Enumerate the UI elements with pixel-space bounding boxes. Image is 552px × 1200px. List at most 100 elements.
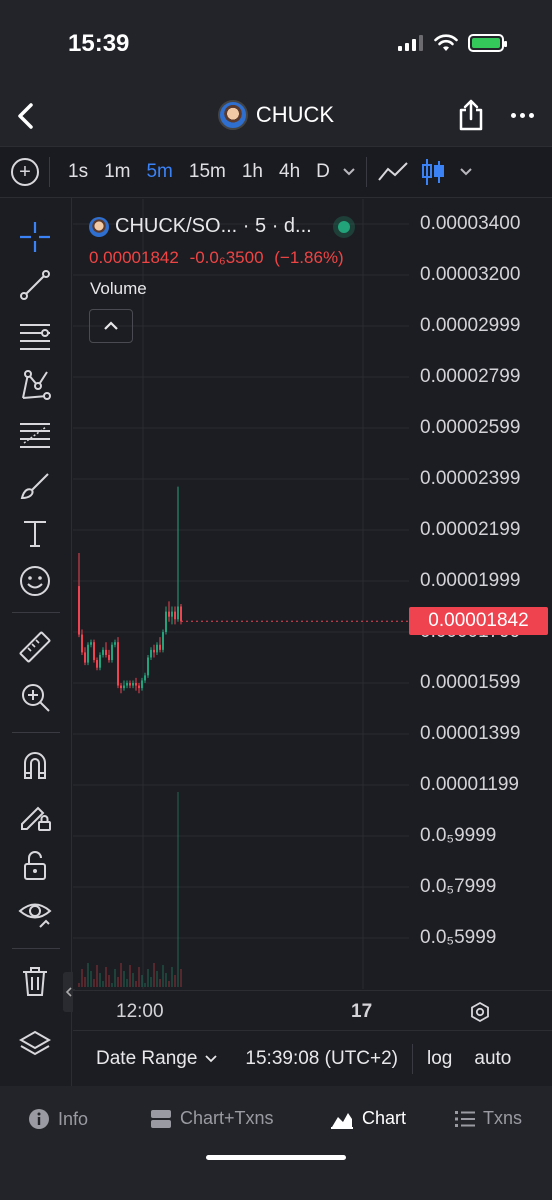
nav-chart-label: Chart bbox=[362, 1108, 407, 1128]
price-tick-label: 0.00003400 bbox=[420, 213, 521, 234]
volume-bar bbox=[150, 977, 152, 987]
fibonacci-icon bbox=[20, 423, 50, 448]
timeframe-5m[interactable]: 5m bbox=[146, 161, 172, 183]
drawing-toolbar bbox=[0, 198, 72, 1086]
volume-bar bbox=[108, 975, 110, 987]
trend-line-icon bbox=[20, 270, 50, 300]
timeframe-1s[interactable]: 1s bbox=[68, 161, 88, 183]
more-options-button[interactable] bbox=[508, 102, 536, 128]
candle-body bbox=[153, 649, 155, 653]
volume-bar bbox=[105, 967, 107, 987]
price-tick-label: 0.00003200 bbox=[420, 264, 521, 285]
candle-body bbox=[141, 680, 143, 689]
volume-bar bbox=[168, 981, 170, 987]
volume-bar bbox=[78, 983, 80, 987]
candle-body bbox=[147, 657, 149, 676]
price-axis[interactable]: 0.00003400 0.00003200 0.00002999 0.00002799… bbox=[409, 199, 552, 989]
price-tick-label: 0.0₅5999 bbox=[420, 927, 497, 948]
chart-bottom-controls: Date Range 15:39:08 (UTC+2) log auto bbox=[73, 1030, 552, 1086]
trend-line-tool[interactable] bbox=[18, 268, 52, 302]
price-tick-label: 0.0₅9999 bbox=[420, 825, 497, 846]
candle-type-icon[interactable] bbox=[421, 157, 445, 187]
volume-bar bbox=[102, 981, 104, 987]
nav-txns-label: Txns bbox=[483, 1108, 523, 1128]
battery-icon bbox=[468, 34, 507, 52]
price-chart[interactable]: CHUCK/SO... · 5 · d... 0.00001842 -0.0₆3… bbox=[73, 199, 552, 989]
candle-body bbox=[117, 642, 119, 686]
auto-scale-toggle[interactable]: auto bbox=[474, 1048, 511, 1070]
volume-bar bbox=[144, 983, 146, 987]
text-tool[interactable] bbox=[18, 516, 52, 550]
volume-bar bbox=[87, 963, 89, 987]
legend-collapse-button[interactable] bbox=[89, 309, 133, 343]
layers-tool[interactable] bbox=[18, 1028, 52, 1062]
smiley-icon bbox=[20, 566, 50, 596]
volume-bar bbox=[135, 981, 137, 987]
timeframe-1h[interactable]: 1h bbox=[242, 161, 263, 183]
volume-bar bbox=[129, 965, 131, 987]
crosshair-icon bbox=[20, 222, 50, 252]
candle-body bbox=[165, 611, 167, 632]
timeframe-4h[interactable]: 4h bbox=[279, 161, 300, 183]
nav-txns[interactable]: Txns bbox=[455, 1108, 522, 1129]
lock-drawing-tool[interactable] bbox=[18, 798, 52, 832]
eye-icon bbox=[18, 903, 52, 928]
timeframe-15m[interactable]: 15m bbox=[189, 161, 226, 183]
chart-type-chevron-down-icon[interactable] bbox=[459, 167, 473, 177]
candle-body bbox=[138, 685, 140, 689]
timeframe-chevron-down-icon[interactable] bbox=[342, 167, 356, 177]
price-tick-label: 0.00001999 bbox=[420, 570, 521, 591]
zoom-tool[interactable] bbox=[18, 680, 52, 714]
timezone-display[interactable]: 15:39:08 (UTC+2) bbox=[245, 1048, 398, 1070]
fib-tool[interactable] bbox=[18, 418, 52, 452]
log-scale-toggle[interactable]: log bbox=[427, 1048, 452, 1070]
volume-bar bbox=[99, 973, 101, 987]
share-button[interactable] bbox=[456, 98, 486, 132]
nav-chart-txns[interactable]: Chart+Txns bbox=[150, 1108, 274, 1129]
volume-bar bbox=[111, 983, 113, 987]
magnet-tool[interactable] bbox=[18, 748, 52, 782]
timeframe-1m[interactable]: 1m bbox=[104, 161, 130, 183]
candle-body bbox=[177, 606, 179, 620]
candle-body bbox=[171, 611, 173, 617]
visibility-tool[interactable] bbox=[18, 896, 52, 930]
add-indicator-button[interactable]: + bbox=[11, 158, 39, 186]
delete-drawings-tool[interactable] bbox=[18, 964, 52, 998]
pattern-tool[interactable] bbox=[18, 368, 52, 402]
candle-body bbox=[168, 611, 170, 617]
legend-token-avatar bbox=[89, 216, 109, 237]
bottom-navigation: Info Chart+Txns Chart Txns bbox=[0, 1086, 552, 1200]
time-label-17: 17 bbox=[351, 1001, 373, 1022]
volume-bar bbox=[114, 969, 116, 987]
unlock-tool[interactable] bbox=[18, 848, 52, 882]
nav-chart[interactable]: Chart bbox=[330, 1108, 406, 1129]
price-tick-label: 0.00001399 bbox=[420, 723, 521, 744]
chart-settings-icon[interactable] bbox=[469, 1001, 491, 1023]
split-view-icon bbox=[151, 1109, 171, 1128]
emoji-tool[interactable] bbox=[18, 564, 52, 598]
horizontal-lines-tool[interactable] bbox=[18, 318, 52, 352]
legend-change: -0.0₆3500 bbox=[189, 248, 264, 267]
legend-price: 0.00001842 bbox=[89, 248, 179, 267]
candle-body bbox=[180, 606, 182, 622]
date-range-dropdown[interactable]: Date Range bbox=[96, 1048, 218, 1070]
volume-bar bbox=[180, 969, 182, 987]
status-time: 15:39 bbox=[68, 30, 130, 57]
legend-pair-label: CHUCK/SO... · 5 · d... bbox=[115, 215, 312, 237]
volume-bar bbox=[138, 967, 140, 987]
timeframe-d[interactable]: D bbox=[316, 161, 330, 183]
time-axis[interactable]: 12:00 17 bbox=[73, 990, 552, 1030]
crosshair-tool[interactable] bbox=[18, 220, 52, 254]
brush-icon bbox=[20, 473, 49, 500]
volume-indicator-label[interactable]: Volume bbox=[90, 279, 147, 299]
volume-bar bbox=[147, 969, 149, 987]
candle-body bbox=[159, 644, 161, 650]
nav-info[interactable]: Info bbox=[28, 1108, 88, 1130]
measure-tool[interactable] bbox=[18, 630, 52, 664]
cellular-signal-icon bbox=[398, 35, 423, 51]
price-tick-label: 0.00002599 bbox=[420, 417, 521, 438]
live-status-indicator bbox=[337, 220, 350, 233]
volume-bar bbox=[90, 971, 92, 987]
indicators-icon[interactable] bbox=[377, 160, 409, 184]
brush-tool[interactable] bbox=[18, 468, 52, 502]
